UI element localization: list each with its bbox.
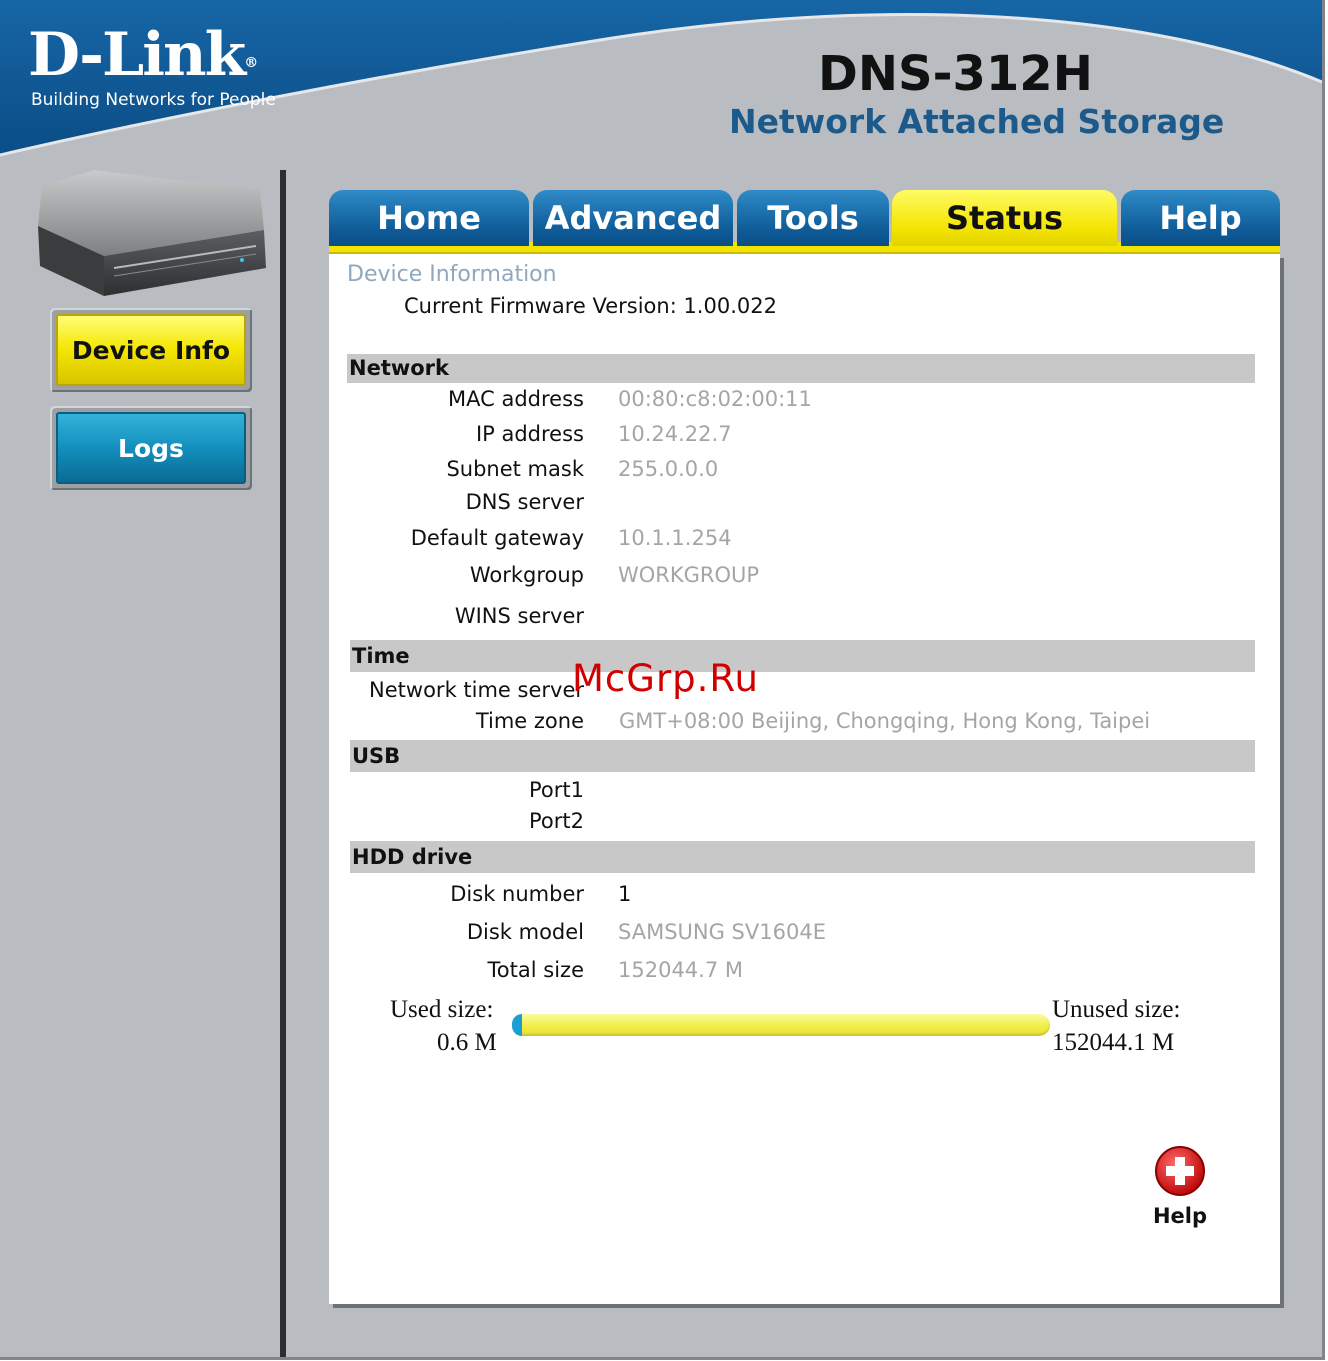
mac-label: MAC address [448,387,584,411]
help-button[interactable]: Help [1147,1144,1213,1234]
tab-status[interactable]: Status [892,190,1117,246]
section-network: Network [347,354,1255,383]
page-title: Device Information [347,262,557,287]
dns-label: DNS server [465,490,584,514]
wins-label: WINS server [454,604,584,628]
mac-value: 00:80:c8:02:00:11 [618,387,812,411]
total-size-value: 152044.7 M [618,958,743,982]
watermark-text: McGrp.Ru [572,657,759,700]
plus-circle-icon [1155,1146,1205,1196]
used-size-value: 0.6 M [437,1029,497,1056]
port1-label: Port1 [529,778,584,802]
disk-number-value: 1 [618,882,632,906]
tab-help[interactable]: Help [1121,190,1280,246]
disk-usage-bar [512,1014,1050,1036]
content-panel: Device Information Current Firmware Vers… [329,254,1280,1304]
workgroup-value: WORKGROUP [618,563,760,587]
disk-number-label: Disk number [450,882,584,906]
ip-value: 10.24.22.7 [618,422,732,446]
nas-device-image [38,170,266,296]
device-info-label: Device Info [56,314,246,386]
main-tabs: Home Advanced Tools Status Help [329,190,1280,254]
ip-label: IP address [475,422,584,446]
port2-label: Port2 [529,809,584,833]
section-hdd: HDD drive [350,841,1255,873]
logs-button[interactable]: Logs [50,406,252,490]
workgroup-label: Workgroup [469,563,584,587]
tab-advanced[interactable]: Advanced [533,190,733,246]
registered-mark: ® [244,55,259,71]
app-frame: D-Link® Building Networks for People DNS… [0,0,1325,1360]
gateway-label: Default gateway [410,526,584,550]
dlink-logo[interactable]: D-Link® [28,20,258,90]
gateway-value: 10.1.1.254 [618,526,732,550]
used-size-label: Used size: [390,996,494,1023]
section-time: Time [350,640,1255,672]
timezone-value: GMT+08:00 Beijing, Chongqing, Hong Kong,… [619,709,1151,733]
tab-home[interactable]: Home [329,190,529,246]
section-usb: USB [350,740,1255,772]
help-button-label: Help [1152,1204,1208,1228]
total-size-label: Total size [487,958,584,982]
product-subtitle: Network Attached Storage [729,102,1225,141]
subnet-label: Subnet mask [446,457,584,481]
logo-tagline: Building Networks for People [31,90,276,110]
firmware-version: Current Firmware Version: 1.00.022 [404,294,777,318]
disk-usage-fill [512,1014,522,1036]
logs-label: Logs [56,412,246,484]
model-name: DNS-312H [818,46,1093,102]
disk-model-value: SAMSUNG SV1604E [618,920,826,944]
unused-size-value: 152044.1 M [1052,1029,1175,1056]
device-info-button[interactable]: Device Info [50,308,252,392]
timezone-label: Time zone [475,709,584,733]
sidebar-divider [280,170,286,1357]
ntp-label: Network time server [369,678,584,702]
tab-tools[interactable]: Tools [737,190,889,246]
unused-size-label: Unused size: [1052,996,1181,1023]
disk-model-label: Disk model [466,920,584,944]
subnet-value: 255.0.0.0 [618,457,719,481]
